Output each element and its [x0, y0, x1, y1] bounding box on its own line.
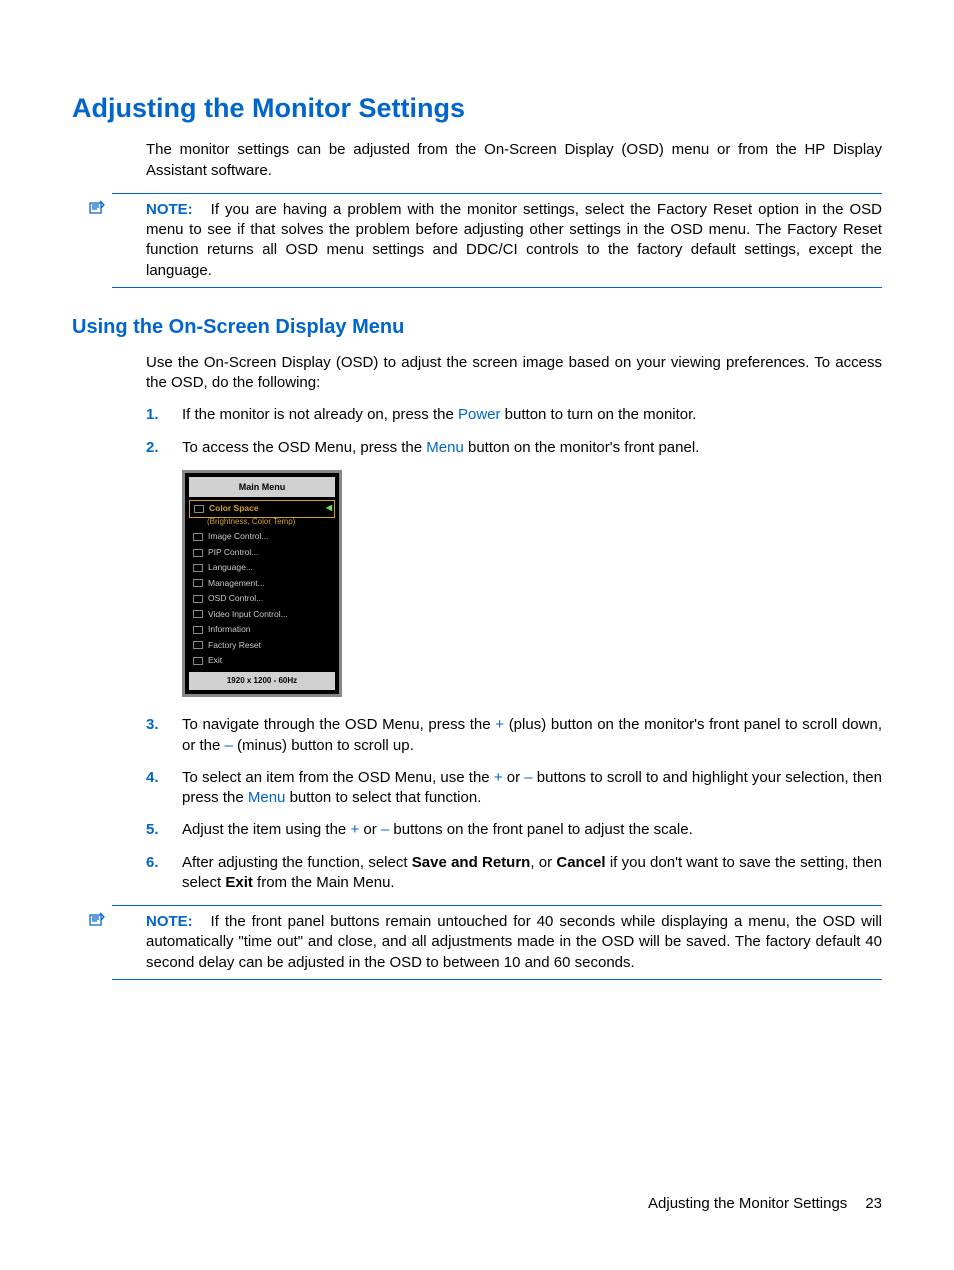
osd-item-label: OSD Control...: [208, 593, 263, 604]
page-footer: Adjusting the Monitor Settings 23: [648, 1194, 882, 1214]
osd-item: Exit: [189, 653, 335, 668]
osd-item-icon: [193, 564, 203, 572]
osd-item-label: Video Input Control...: [208, 609, 288, 620]
osd-item-icon: [193, 549, 203, 557]
main-heading: Adjusting the Monitor Settings: [72, 90, 882, 126]
osd-item-label: Information: [208, 624, 251, 635]
osd-item-icon: [193, 641, 203, 649]
osd-item-icon: [193, 579, 203, 587]
minus-keyword: –: [381, 821, 389, 838]
osd-item-icon: [193, 626, 203, 634]
minus-keyword: –: [225, 737, 233, 754]
osd-item-label: Factory Reset: [208, 640, 261, 651]
intro-paragraph: The monitor settings can be adjusted fro…: [146, 140, 882, 181]
save-return-bold: Save and Return: [412, 854, 531, 871]
note-block-2: NOTE: If the front panel buttons remain …: [112, 905, 882, 980]
osd-item-icon: [193, 533, 203, 541]
plus-keyword: +: [350, 821, 359, 838]
minus-keyword: –: [524, 769, 532, 786]
step-4: 4. To select an item from the OSD Menu, …: [146, 768, 882, 809]
step-number: 4.: [146, 768, 159, 788]
step-6: 6. After adjusting the function, select …: [146, 853, 882, 894]
note-text: If you are having a problem with the mon…: [146, 201, 882, 279]
sub-heading: Using the On-Screen Display Menu: [72, 314, 882, 341]
cancel-bold: Cancel: [556, 854, 605, 871]
step-number: 6.: [146, 853, 159, 873]
note-label: NOTE:: [146, 913, 193, 930]
osd-item-icon: [193, 610, 203, 618]
note-label: NOTE:: [146, 201, 193, 218]
footer-section: Adjusting the Monitor Settings: [648, 1195, 847, 1212]
osd-selected-subtext: (Brightness, Color Temp): [189, 517, 335, 528]
osd-item: Video Input Control...: [189, 607, 335, 622]
osd-item: Language...: [189, 560, 335, 575]
osd-item-label: Exit: [208, 655, 222, 666]
osd-item-icon: [193, 595, 203, 603]
sub-intro-paragraph: Use the On-Screen Display (OSD) to adjus…: [146, 353, 882, 394]
osd-item-selected: Color Space: [189, 500, 335, 517]
osd-item-icon: [193, 657, 203, 665]
step-number: 2.: [146, 438, 159, 458]
step-number: 3.: [146, 715, 159, 735]
osd-item: Factory Reset: [189, 638, 335, 653]
osd-item: OSD Control...: [189, 591, 335, 606]
footer-page-number: 23: [865, 1195, 882, 1212]
power-keyword: Power: [458, 406, 501, 423]
osd-menu-figure: Main Menu Color Space (Brightness, Color…: [182, 470, 342, 697]
step-1: 1. If the monitor is not already on, pre…: [146, 405, 882, 425]
exit-bold: Exit: [225, 874, 253, 891]
note-text: If the front panel buttons remain untouc…: [146, 913, 882, 971]
step-2: 2. To access the OSD Menu, press the Men…: [146, 438, 882, 458]
menu-keyword: Menu: [248, 789, 286, 806]
step-number: 1.: [146, 405, 159, 425]
osd-item-label: PIP Control...: [208, 547, 258, 558]
note-block-1: NOTE: If you are having a problem with t…: [112, 193, 882, 288]
osd-item-label: Language...: [208, 562, 253, 573]
osd-item: PIP Control...: [189, 545, 335, 560]
osd-item: Management...: [189, 576, 335, 591]
step-5: 5. Adjust the item using the + or – butt…: [146, 820, 882, 840]
menu-keyword: Menu: [426, 439, 464, 456]
osd-footer: 1920 x 1200 - 60Hz: [189, 672, 335, 691]
step-number: 5.: [146, 820, 159, 840]
osd-item: Information: [189, 622, 335, 637]
note-icon: [88, 912, 106, 928]
osd-item-label: Management...: [208, 578, 265, 589]
plus-keyword: +: [495, 716, 504, 733]
plus-keyword: +: [494, 769, 503, 786]
step-3: 3. To navigate through the OSD Menu, pre…: [146, 715, 882, 756]
color-space-icon: [194, 505, 204, 513]
note-icon: [88, 200, 106, 216]
osd-item: Image Control...: [189, 529, 335, 544]
osd-title: Main Menu: [189, 477, 335, 497]
osd-item-label: Image Control...: [208, 531, 268, 542]
